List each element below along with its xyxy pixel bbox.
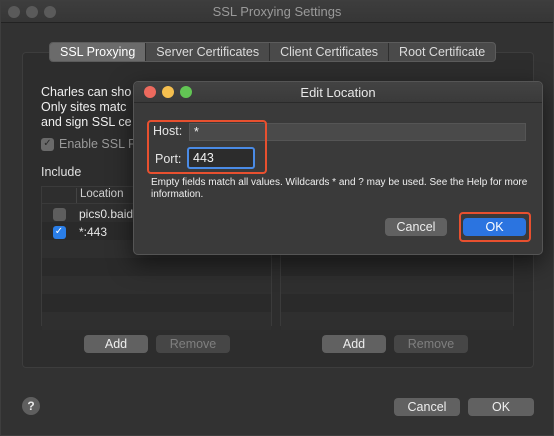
tab-ssl-proxying[interactable]: SSL Proxying — [50, 43, 147, 61]
location-cell: pics0.baid — [79, 207, 134, 221]
description-text: Charles can sho Only sites matc and sign… — [41, 85, 132, 129]
include-label: Include — [41, 165, 82, 179]
help-button[interactable]: ? — [22, 397, 40, 415]
enable-ssl-label: Enable SSL P — [59, 137, 137, 151]
exclude-add-button[interactable]: Add — [322, 335, 386, 353]
tab-client-certificates[interactable]: Client Certificates — [270, 43, 390, 61]
exclude-remove-button[interactable]: Remove — [394, 335, 468, 353]
ok-button-highlight — [459, 212, 531, 242]
location-cell: *:443 — [79, 225, 108, 239]
row-enabled-checkbox[interactable]: ✓ — [52, 225, 66, 239]
row-enabled-checkbox[interactable] — [52, 207, 66, 221]
tab-root-certificate[interactable]: Root Certificate — [389, 43, 495, 61]
help-hint-text: Empty fields match all values. Wildcards… — [151, 177, 528, 200]
checkmark-icon: ✓ — [41, 137, 54, 151]
location-column-header[interactable]: Location — [76, 188, 123, 203]
include-remove-button[interactable]: Remove — [156, 335, 230, 353]
settings-tabs: SSL Proxying Server Certificates Client … — [49, 42, 497, 62]
enable-ssl-proxying-checkbox[interactable]: ✓ Enable SSL P — [41, 137, 136, 151]
ok-button[interactable]: OK — [468, 398, 534, 416]
dialog-title: Edit Location — [300, 85, 376, 100]
title-bar: SSL Proxying Settings — [1, 1, 553, 23]
dialog-title-bar: Edit Location — [134, 82, 542, 103]
tab-server-certificates[interactable]: Server Certificates — [146, 43, 271, 61]
host-port-highlight — [147, 120, 267, 174]
window-title: SSL Proxying Settings — [212, 4, 342, 19]
cancel-button[interactable]: Cancel — [394, 398, 460, 416]
include-add-button[interactable]: Add — [84, 335, 148, 353]
dialog-cancel-button[interactable]: Cancel — [385, 218, 447, 236]
edit-location-dialog: Edit Location Host: * Port: 443 Empty fi… — [133, 81, 543, 255]
